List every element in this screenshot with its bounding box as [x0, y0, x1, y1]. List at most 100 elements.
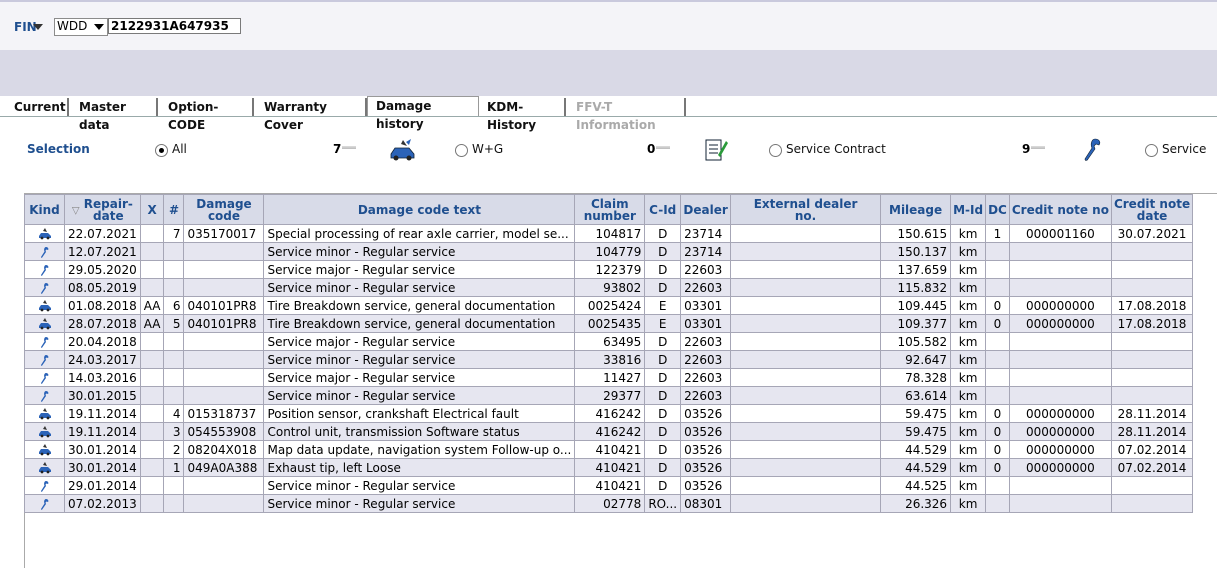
damage-code-text-cell: Service major - Regular service [263, 260, 576, 279]
tab-ffv-t-information[interactable]: FFV-T Information [568, 98, 686, 132]
credit-note-date-cell [1110, 350, 1194, 369]
m-id-cell: km [950, 440, 987, 459]
mileage-cell: 150.137 [880, 242, 952, 261]
repair-date-cell: 12.07.2021 [64, 242, 141, 261]
m-id-cell: km [950, 314, 987, 333]
vin-input[interactable]: 2122931A647935 [108, 18, 241, 34]
fin-dropdown-caret-icon[interactable] [33, 24, 43, 30]
num-cell: 2 [163, 440, 185, 459]
damage-code-cell [183, 332, 265, 351]
kind-cell [24, 314, 65, 333]
mileage-cell: 137.659 [880, 260, 952, 279]
table-row[interactable]: 24.03.2017 Service minor - Regular servic… [24, 350, 1194, 369]
damage-code-cell: 049A0A388 [183, 458, 265, 477]
col-dealer[interactable]: Dealer [680, 194, 732, 225]
tab-master-data[interactable]: Master data [71, 98, 158, 132]
table-row[interactable]: 30.01.2014 2 08204X018 Map data update, nav… [24, 440, 1194, 459]
table-row[interactable]: 19.11.2014 3 054553908 Control unit, transm… [24, 422, 1194, 441]
x-cell [139, 350, 165, 369]
table-row[interactable]: 12.07.2021 Service minor - Regular servic… [24, 242, 1194, 261]
toolbar-band [0, 50, 1217, 96]
col-c-id[interactable]: C-Id [644, 194, 682, 225]
repair-date-cell: 24.03.2017 [64, 350, 141, 369]
damage-car-icon [38, 228, 52, 240]
dc-cell [985, 350, 1010, 369]
damage-code-text-cell: Control unit, transmission Software stat… [263, 422, 576, 441]
model-select[interactable]: WDD [54, 18, 108, 36]
kind-cell [24, 404, 65, 423]
sort-desc-icon[interactable]: ▽ [72, 205, 80, 216]
damage-car-icon [38, 300, 52, 312]
tab-current[interactable]: Current [6, 98, 69, 116]
radio-wg-label: W+G [472, 142, 504, 156]
kind-cell [24, 350, 65, 369]
table-row[interactable]: 22.07.2021 7 035170017 Special processing o… [24, 224, 1194, 243]
credit-note-no-cell: 000000000 [1008, 296, 1112, 315]
external-dealer-cell [730, 494, 882, 513]
table-row[interactable]: 01.08.2018 AA 6 040101PR8 Tire Breakdown ser… [24, 296, 1194, 315]
radio-all[interactable] [155, 144, 168, 157]
credit-note-no-cell [1008, 386, 1112, 405]
table-row[interactable]: 29.01.2014 Service minor - Regular servic… [24, 476, 1194, 495]
dc-cell [985, 260, 1010, 279]
tab-kdm-history[interactable]: KDM-History [479, 98, 566, 132]
tab-damage-history[interactable]: Damage history [367, 96, 479, 131]
dc-cell: 0 [985, 314, 1010, 333]
dc-cell: 0 [985, 440, 1010, 459]
chevron-down-icon[interactable] [94, 24, 104, 30]
kind-cell [24, 422, 65, 441]
col-credit-note-no[interactable]: Credit note no [1008, 194, 1112, 225]
num-cell [163, 386, 185, 405]
tab-option-code[interactable]: Option-CODE [160, 98, 254, 132]
table-row[interactable]: 07.02.2013 Service minor - Regular servic… [24, 494, 1194, 513]
col-external-dealer-no[interactable]: External dealer no. [730, 194, 882, 225]
damage-code-cell [183, 476, 265, 495]
col-claim-number[interactable]: Claim number [574, 194, 646, 225]
credit-note-date-cell [1110, 494, 1194, 513]
repair-date-cell: 29.01.2014 [64, 476, 141, 495]
radio-wg[interactable] [455, 144, 468, 157]
col-mileage[interactable]: Mileage [880, 194, 952, 225]
col-num[interactable]: # [163, 194, 185, 225]
dealer-cell: 22603 [680, 260, 732, 279]
mileage-cell: 109.377 [880, 314, 952, 333]
col-damage-code[interactable]: Damage code [183, 194, 265, 225]
external-dealer-cell [730, 260, 882, 279]
col-dc[interactable]: DC [985, 194, 1010, 225]
c-id-cell: D [644, 242, 682, 261]
dc-cell [985, 242, 1010, 261]
claim-number-cell: 104817 [574, 224, 646, 243]
radio-service[interactable] [1145, 144, 1158, 157]
c-id-cell: RO... [644, 494, 682, 513]
mileage-cell: 44.525 [880, 476, 952, 495]
table-row[interactable]: 29.05.2020 Service major - Regular servic… [24, 260, 1194, 279]
col-x[interactable]: X [139, 194, 165, 225]
table-row[interactable]: 14.03.2016 Service major - Regular servic… [24, 368, 1194, 387]
num-cell [163, 368, 185, 387]
table-row[interactable]: 28.07.2018 AA 5 040101PR8 Tire Breakdown ser… [24, 314, 1194, 333]
col-m-id[interactable]: M-Id [950, 194, 987, 225]
damage-code-text-cell: Service minor - Regular service [263, 242, 576, 261]
dealer-cell: 03301 [680, 296, 732, 315]
table-row[interactable]: 08.05.2019 Service minor - Regular servic… [24, 278, 1194, 297]
col-credit-note-date[interactable]: Credit note date [1110, 194, 1194, 225]
col-repair-date[interactable]: ▽ Repair- date [64, 194, 141, 225]
external-dealer-cell [730, 422, 882, 441]
table-row[interactable]: 30.01.2015 Service minor - Regular servic… [24, 386, 1194, 405]
table-row[interactable]: 19.11.2014 4 015318737 Position sensor, cra… [24, 404, 1194, 423]
tab-bar: Current Master data Option-CODE Warranty… [6, 96, 1217, 132]
col-damage-code-text[interactable]: Damage code text [263, 194, 576, 225]
table-row[interactable]: 20.04.2018 Service major - Regular servic… [24, 332, 1194, 351]
wrench-icon [38, 336, 52, 348]
col-kind[interactable]: Kind [24, 194, 65, 225]
external-dealer-cell [730, 296, 882, 315]
table-row[interactable]: 30.01.2014 1 049A0A388 Exhaust tip, left Lo… [24, 458, 1194, 477]
radio-service-contract[interactable] [769, 144, 782, 157]
claim-number-cell: 93802 [574, 278, 646, 297]
dc-cell [985, 494, 1010, 513]
claim-number-cell: 11427 [574, 368, 646, 387]
damage-code-text-cell: Service minor - Regular service [263, 476, 576, 495]
claim-number-cell: 410421 [574, 440, 646, 459]
damage-car-icon [38, 426, 52, 438]
tab-warranty-cover[interactable]: Warranty Cover [256, 98, 367, 132]
